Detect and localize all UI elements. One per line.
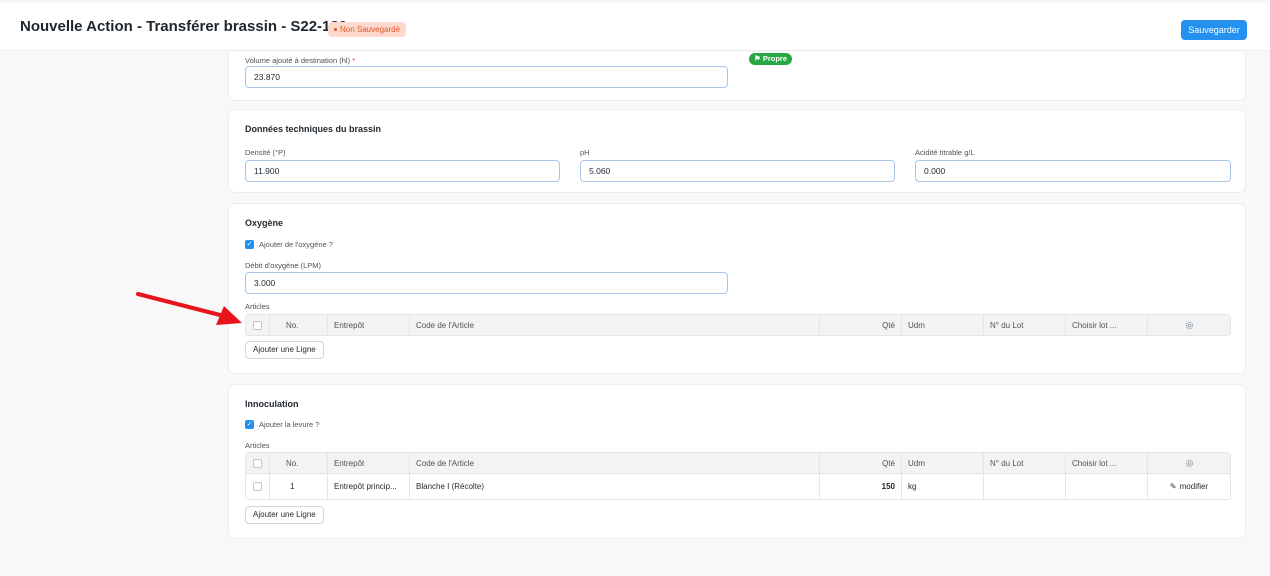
col-no: No. <box>270 453 328 473</box>
row-warehouse[interactable]: Entrepôt princip... <box>328 474 410 499</box>
col-uom: Udm <box>902 453 984 473</box>
ph-label: pH <box>580 148 590 157</box>
row-checkbox[interactable] <box>246 474 270 499</box>
col-warehouse: Entrepôt <box>328 315 410 335</box>
add-row-button[interactable]: Ajouter une Ligne <box>245 341 324 359</box>
col-no: No. <box>270 315 328 335</box>
col-warehouse: Entrepôt <box>328 453 410 473</box>
col-qty: Qté <box>820 315 902 335</box>
tech-data-section: Données techniques du brassin Densité (°… <box>228 109 1246 193</box>
row-choose-lot[interactable] <box>1066 474 1148 499</box>
row-no: 1 <box>270 474 328 499</box>
col-choose-lot: Choisir lot ... <box>1066 453 1148 473</box>
ph-input[interactable]: 5.060 <box>580 160 895 182</box>
grid-header-row: No. Entrepôt Code de l'Article Qté Udm N… <box>246 315 1230 335</box>
col-item-code: Code de l'Article <box>410 453 820 473</box>
inoculation-title: Innoculation <box>245 399 299 409</box>
status-badge-label: Non Sauvegardé <box>340 25 401 34</box>
select-all-checkbox[interactable] <box>246 315 270 335</box>
page-title: Nouvelle Action - Transférer brassin - S… <box>20 18 348 35</box>
page-header: Nouvelle Action - Transférer brassin - S… <box>0 3 1270 51</box>
col-lot: N° du Lot <box>984 315 1066 335</box>
add-row-button[interactable]: Ajouter une Ligne <box>245 506 324 524</box>
row-edit-label: modifier <box>1179 482 1209 491</box>
inoculation-articles-grid: No. Entrepôt Code de l'Article Qté Udm N… <box>245 452 1231 500</box>
grid-settings-gear-icon[interactable] <box>1148 315 1230 335</box>
add-oxygen-label: Ajouter de l'oxygène ? <box>259 240 333 249</box>
density-label: Densité (°P) <box>245 148 286 157</box>
row-uom[interactable]: kg <box>902 474 984 499</box>
add-yeast-checkbox-row[interactable]: ✓ Ajouter la levure ? <box>245 420 319 429</box>
col-choose-lot: Choisir lot ... <box>1066 315 1148 335</box>
red-arrow-icon <box>136 292 242 325</box>
row-edit-button[interactable]: ✎ modifier <box>1148 474 1230 499</box>
propre-tag: ⚑ Propre <box>749 53 792 65</box>
select-all-checkbox[interactable] <box>246 453 270 473</box>
status-dot-icon <box>334 28 337 32</box>
row-item-code[interactable]: Blanche I (Récolte) <box>410 474 820 499</box>
volume-label: Volume ajouté à destination (hl) * <box>245 56 356 65</box>
tech-data-title: Données techniques du brassin <box>245 124 382 134</box>
row-qty[interactable]: 150 <box>820 474 902 499</box>
acidity-label: Acidité titrable g/L <box>915 148 975 157</box>
pencil-icon: ✎ <box>1169 482 1177 491</box>
grid-settings-gear-icon[interactable] <box>1148 453 1230 473</box>
checked-checkbox-icon[interactable]: ✓ <box>245 240 254 249</box>
row-lot[interactable] <box>984 474 1066 499</box>
save-button[interactable]: Sauvegarder <box>1181 20 1247 40</box>
col-qty: Qté <box>820 453 902 473</box>
grid-header-row: No. Entrepôt Code de l'Article Qté Udm N… <box>246 453 1230 473</box>
col-item-code: Code de l'Article <box>410 315 820 335</box>
acidity-input[interactable]: 0.000 <box>915 160 1231 182</box>
articles-label: Articles <box>245 441 270 450</box>
volume-input[interactable]: 23.870 <box>245 66 728 88</box>
oxygen-flow-label: Débit d'oxygène (LPM) <box>245 261 322 270</box>
checked-checkbox-icon[interactable]: ✓ <box>245 420 254 429</box>
oxygen-flow-input[interactable]: 3.000 <box>245 272 728 294</box>
oxygen-section: Oxygène ✓ Ajouter de l'oxygène ? Débit d… <box>228 203 1246 374</box>
volume-section: Volume ajouté à destination (hl) * ⚑ Pro… <box>228 52 1246 101</box>
articles-label: Articles <box>245 302 270 311</box>
add-oxygen-checkbox-row[interactable]: ✓ Ajouter de l'oxygène ? <box>245 240 333 249</box>
table-row[interactable]: 1 Entrepôt princip... Blanche I (Récolte… <box>246 473 1230 499</box>
col-lot: N° du Lot <box>984 453 1066 473</box>
oxygen-articles-grid: No. Entrepôt Code de l'Article Qté Udm N… <box>245 314 1231 336</box>
oxygen-title: Oxygène <box>245 218 284 228</box>
col-uom: Udm <box>902 315 984 335</box>
status-badge: Non Sauvegardé <box>328 22 407 37</box>
add-yeast-label: Ajouter la levure ? <box>259 420 320 429</box>
inoculation-section: Innoculation ✓ Ajouter la levure ? Artic… <box>228 384 1246 539</box>
density-input[interactable]: 11.900 <box>245 160 560 182</box>
